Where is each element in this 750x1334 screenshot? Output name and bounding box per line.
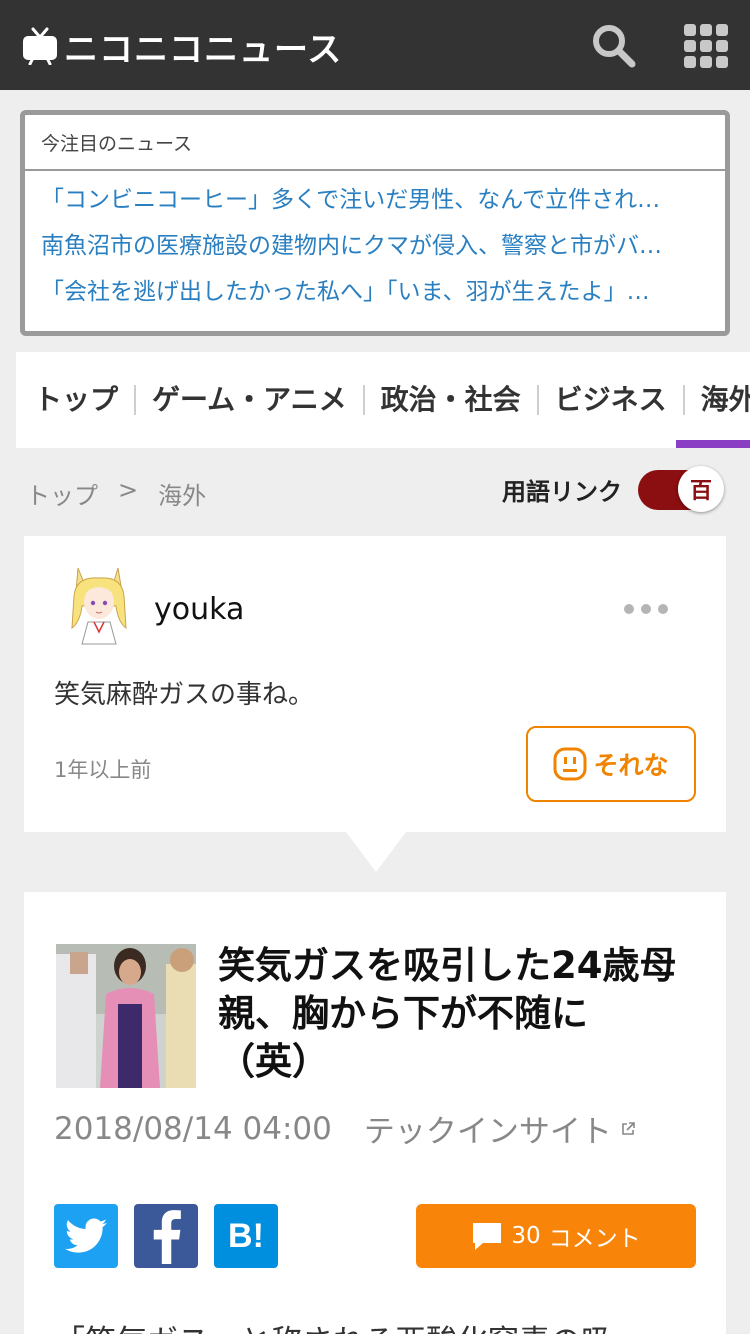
more-options-icon[interactable] bbox=[624, 604, 668, 614]
logo-text: ニコニコニュース bbox=[64, 29, 343, 70]
niconico-news-logo[interactable]: ニコニコニュース bbox=[22, 24, 343, 70]
sorena-label: それな bbox=[593, 751, 669, 780]
sorena-button[interactable]: それな bbox=[526, 726, 696, 802]
comment-card: youka 笑気麻酔ガスの事ね。 1年以上前 それな bbox=[24, 536, 726, 832]
speech-bubble-icon bbox=[473, 1223, 502, 1250]
comment-button[interactable]: 30 コメント bbox=[416, 1204, 696, 1268]
more-dot bbox=[641, 604, 651, 614]
facebook-share-button[interactable] bbox=[134, 1204, 198, 1268]
comment-text: 笑気麻酔ガスの事ね。 bbox=[54, 680, 315, 710]
grid-menu-icon[interactable] bbox=[684, 24, 728, 68]
search-icon[interactable] bbox=[590, 22, 636, 68]
trending-news-item[interactable]: 南魚沼市の医療施設の建物内にクマが侵入、警察と市がバ… bbox=[41, 223, 691, 269]
twitter-bird-icon bbox=[65, 1218, 107, 1253]
tab-overseas[interactable]: 海外 bbox=[682, 385, 750, 415]
comment-user-name[interactable]: youka bbox=[154, 592, 244, 627]
external-link-icon[interactable] bbox=[620, 1121, 636, 1137]
trending-news-list: 「コンビニコーヒー」多くで注いだ男性、なんで立件され… 南魚沼市の医療施設の建物… bbox=[25, 171, 725, 315]
breadcrumb-current: 海外 bbox=[158, 482, 207, 510]
article-card: 笑気ガスを吸引した24歳母親、胸から下が不随に（英） 2018/08/14 04… bbox=[24, 892, 726, 1334]
article-source[interactable]: テックインサイト bbox=[364, 1106, 612, 1151]
neutral-face-icon bbox=[553, 747, 587, 781]
article-meta: 2018/08/14 04:00 テックインサイト bbox=[54, 1106, 636, 1151]
tab-business[interactable]: ビジネス bbox=[536, 385, 683, 415]
trending-news-item[interactable]: 「コンビニコーヒー」多くで注いだ男性、なんで立件され… bbox=[41, 177, 691, 223]
tab-top[interactable]: トップ bbox=[34, 385, 134, 415]
article-title[interactable]: 笑気ガスを吸引した24歳母親、胸から下が不随に（英） bbox=[218, 942, 678, 1086]
more-dot bbox=[658, 604, 668, 614]
trending-news-heading: 今注目のニュース bbox=[25, 115, 725, 171]
comment-count: 30 bbox=[511, 1223, 541, 1249]
trending-news-box: 今注目のニュース 「コンビニコーヒー」多くで注いだ男性、なんで立件され… 南魚沼… bbox=[20, 110, 730, 336]
app-header: ニコニコニュース bbox=[0, 0, 750, 90]
twitter-share-button[interactable] bbox=[54, 1204, 118, 1268]
facebook-f-icon bbox=[153, 1210, 181, 1264]
active-tab-indicator bbox=[676, 440, 750, 448]
breadcrumb-home[interactable]: トップ bbox=[26, 476, 98, 511]
more-dot bbox=[624, 604, 634, 614]
breadcrumb-separator: > bbox=[118, 476, 139, 504]
tv-logo-icon bbox=[23, 27, 57, 65]
tab-game-anime[interactable]: ゲーム・アニメ bbox=[134, 385, 363, 415]
tab-politics-society[interactable]: 政治・社会 bbox=[362, 385, 537, 415]
category-tabs: トップ ゲーム・アニメ 政治・社会 ビジネス 海外 bbox=[16, 352, 750, 448]
comment-time: 1年以上前 bbox=[54, 758, 152, 782]
comment-label: コメント bbox=[548, 1226, 641, 1252]
hatena-bookmark-button[interactable]: B! bbox=[214, 1204, 278, 1268]
term-link-toggle-knob[interactable]: 百 bbox=[678, 466, 724, 512]
article-date: 2018/08/14 04:00 bbox=[54, 1110, 332, 1147]
breadcrumb: トップ > 海外 bbox=[26, 476, 206, 511]
avatar[interactable] bbox=[68, 566, 130, 646]
term-link-label: 用語リンク bbox=[502, 478, 622, 506]
article-body-text: 「笑気ガス」と称される亜酸化窒素の吸 bbox=[54, 1316, 612, 1334]
comment-pointer bbox=[346, 832, 406, 872]
article-thumbnail[interactable] bbox=[56, 944, 196, 1088]
trending-news-item[interactable]: 「会社を逃げ出したかった私へ」「いま、羽が生えたよ」… bbox=[41, 269, 691, 315]
